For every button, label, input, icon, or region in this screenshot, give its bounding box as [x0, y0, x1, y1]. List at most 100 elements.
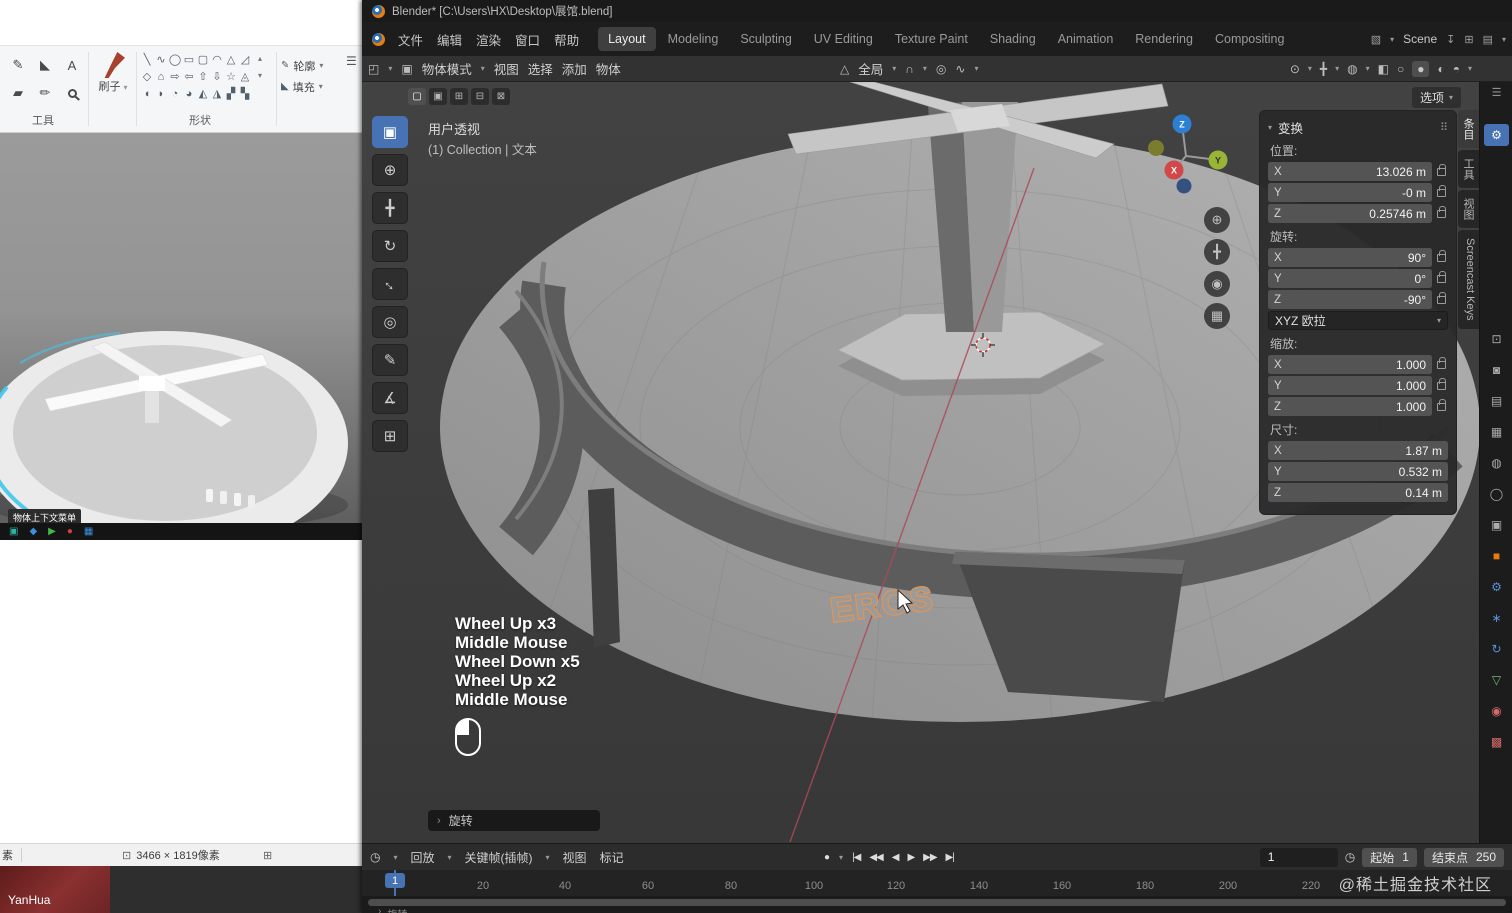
shape-icon[interactable]: ◬ — [238, 68, 252, 85]
scale-x-field[interactable]: X 1.000 — [1268, 355, 1432, 374]
lock-icon[interactable] — [1437, 184, 1446, 197]
tab-item[interactable]: 条目 — [1458, 110, 1479, 148]
transform-panel-header[interactable]: ▾ 变换 ⠿ — [1268, 117, 1448, 137]
shape-icon[interactable]: ▚ — [238, 85, 252, 102]
location-x-field[interactable]: X 13.026 m — [1268, 162, 1432, 181]
view-layer-tab-icon[interactable]: ▤ — [1491, 394, 1502, 408]
shape-icon[interactable]: ◔ — [168, 85, 182, 102]
shape-icon[interactable]: ◠ — [210, 51, 224, 68]
options-dropdown[interactable]: 选项 ▾ — [1411, 87, 1461, 108]
auto-key-button[interactable]: ● — [824, 852, 830, 863]
gizmo-axis-neg[interactable] — [1148, 140, 1164, 156]
magnifier-tool-button[interactable] — [62, 83, 82, 103]
menu-help[interactable]: 帮助 — [547, 26, 586, 53]
caret-down-icon[interactable]: ▾ — [839, 853, 843, 862]
material-tab-icon[interactable]: ◉ — [1491, 704, 1501, 718]
menu-render[interactable]: 渲染 — [469, 26, 508, 53]
frame-start-field[interactable]: 起始 1 — [1362, 847, 1417, 867]
menu-select[interactable]: 选择 — [528, 59, 553, 78]
shape-icon[interactable]: △ — [224, 51, 238, 68]
viewport-3d[interactable]: EROS ▢ ▣ ⊞ ⊟ ⊠ 选项 ▾ 用户透视 (1) Collection … — [362, 82, 1479, 843]
zoom-button[interactable]: ⊕ — [1204, 207, 1230, 233]
editor-type-icon[interactable]: ◰ — [368, 62, 379, 76]
pencil-tool-button[interactable]: ✎ — [8, 55, 28, 75]
caret-down-icon[interactable]: ▾ — [1308, 64, 1312, 73]
eraser-tool-button[interactable]: ▰ — [8, 83, 28, 103]
playhead-badge[interactable]: 1 — [385, 873, 405, 888]
gizmo-axis-neg[interactable] — [1176, 178, 1192, 194]
prev-keyframe-button[interactable]: ◀◀ — [869, 852, 883, 863]
scene-name[interactable]: Scene — [1403, 32, 1437, 46]
render-tab-icon[interactable]: ⊡ — [1491, 332, 1501, 346]
mode-dropdown[interactable]: 物体模式 — [422, 59, 472, 78]
location-z-field[interactable]: Z 0.25746 m — [1268, 204, 1432, 223]
shape-icon[interactable]: ⇩ — [210, 68, 224, 85]
xray-toggle-icon[interactable]: ◧ — [1378, 62, 1389, 76]
select-mode-extend-button[interactable]: ▣ — [429, 88, 447, 105]
scale-tool-button[interactable]: ↔ — [372, 268, 408, 300]
drag-handle-icon[interactable]: ⠿ — [1440, 121, 1448, 134]
shapes-scrollbar[interactable]: ▴ ▾ — [258, 54, 262, 80]
tab-tool[interactable]: 工具 — [1458, 150, 1479, 188]
select-box-tool-button[interactable]: ▣ — [372, 116, 408, 148]
menu-add[interactable]: 添加 — [562, 59, 587, 78]
shape-icon[interactable]: ◭ — [196, 85, 210, 102]
mini-icon[interactable]: ▣ — [9, 526, 18, 537]
new-scene-icon[interactable]: ⊞ — [1464, 33, 1473, 46]
shape-icon[interactable]: ☆ — [224, 68, 238, 85]
location-y-field[interactable]: Y -0 m — [1268, 183, 1432, 202]
timeline-editor-icon[interactable]: ◷ — [370, 850, 380, 864]
menu-keying[interactable]: 关键帧(插帧) — [465, 849, 533, 866]
tab-shading[interactable]: Shading — [980, 27, 1046, 51]
scale-z-field[interactable]: Z 1.000 — [1268, 397, 1432, 416]
shape-icon[interactable]: ⇨ — [168, 68, 182, 85]
mini-icon[interactable]: ◆ — [29, 526, 37, 537]
operator-panel[interactable]: › 旋转 — [428, 810, 600, 831]
rotation-x-field[interactable]: X 90° — [1268, 248, 1432, 267]
caret-down-icon[interactable]: ▾ — [892, 64, 896, 73]
tab-uv-editing[interactable]: UV Editing — [804, 27, 883, 51]
outline-dropdown[interactable]: ✎ 轮廓 ▾ — [281, 55, 323, 76]
text-tool-button[interactable]: A — [62, 55, 82, 75]
dimensions-x-field[interactable]: X 1.87 m — [1268, 441, 1448, 460]
shape-icon[interactable]: ◗ — [154, 85, 168, 102]
scroll-up-icon[interactable]: ▴ — [258, 54, 262, 63]
shape-icon[interactable]: ▭ — [182, 51, 196, 68]
camera-view-button[interactable]: ◉ — [1204, 271, 1230, 297]
tab-rendering[interactable]: Rendering — [1125, 27, 1203, 51]
lock-icon[interactable] — [1437, 205, 1446, 218]
shape-icon[interactable]: ◕ — [182, 85, 196, 102]
use-preview-range-icon[interactable]: ◷ — [1345, 850, 1355, 864]
tab-tool-properties[interactable]: ⚙ — [1484, 124, 1509, 146]
collection-tab-icon[interactable]: ◯ — [1490, 487, 1503, 501]
scene-tab-icon[interactable]: ▦ — [1491, 425, 1502, 439]
scroll-down-icon[interactable]: ▾ — [258, 71, 262, 80]
tab-layout[interactable]: Layout — [598, 27, 656, 51]
menu-edit[interactable]: 编辑 — [430, 26, 469, 53]
play-reverse-button[interactable]: ◀ — [892, 852, 900, 863]
texture-tab-icon[interactable]: ▩ — [1491, 735, 1502, 749]
dimensions-y-field[interactable]: Y 0.532 m — [1268, 462, 1448, 481]
color-picker-button[interactable]: ✏ — [35, 83, 55, 103]
play-button[interactable]: ▶ — [907, 852, 915, 863]
paint-canvas[interactable]: 物体上下文菜单 ▣ ◆ ▶ ● ▦ — [0, 133, 362, 843]
shape-icon[interactable]: ╲ — [140, 51, 154, 68]
horizontal-scrollbar[interactable] — [368, 899, 1506, 906]
shape-icon[interactable]: ▞ — [224, 85, 238, 102]
lock-icon[interactable] — [1437, 163, 1446, 176]
shape-icon[interactable]: ◯ — [168, 51, 182, 68]
shading-solid-icon[interactable]: ● — [1412, 60, 1430, 77]
lock-icon[interactable] — [1437, 291, 1446, 304]
pin-icon[interactable]: ↧ — [1446, 33, 1455, 46]
blender-titlebar[interactable]: Blender* [C:\Users\HX\Desktop\展馆.blend] — [362, 0, 1512, 22]
falloff-icon[interactable]: ∿ — [955, 62, 965, 76]
next-keyframe-button[interactable]: ▶▶ — [923, 852, 937, 863]
shading-wireframe-icon[interactable]: ○ — [1397, 62, 1404, 76]
caret-down-icon[interactable]: ▾ — [393, 853, 397, 862]
frame-end-field[interactable]: 结束点 250 — [1423, 847, 1504, 867]
transform-orientation-dropdown[interactable]: 全局 — [858, 59, 883, 78]
shape-icon[interactable]: ∿ — [154, 51, 168, 68]
size-menu-icon[interactable]: ☰ — [346, 54, 357, 68]
caret-down-icon[interactable]: ▾ — [1335, 64, 1339, 73]
caret-down-icon[interactable]: ▾ — [1502, 35, 1506, 44]
